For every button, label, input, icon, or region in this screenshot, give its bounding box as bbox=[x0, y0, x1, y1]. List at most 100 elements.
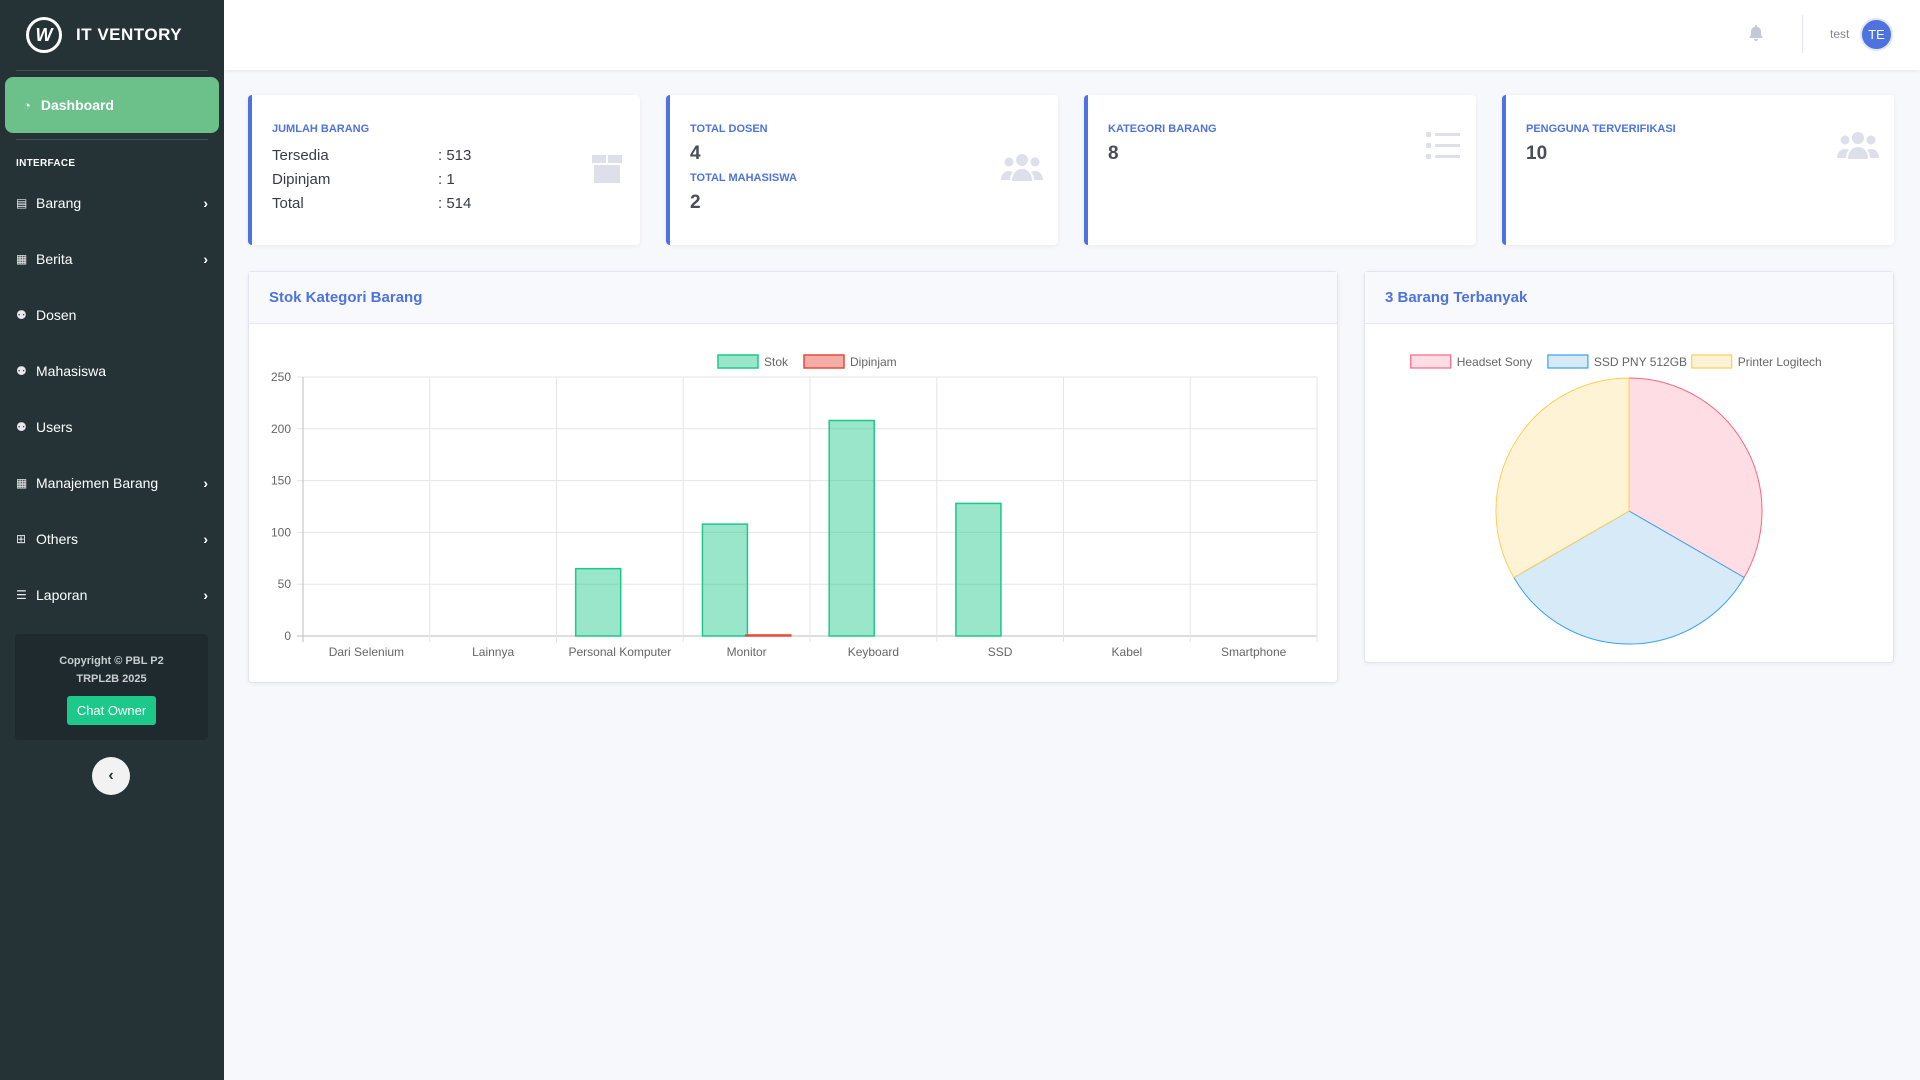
sidebar-item-manajemen-barang[interactable]: ▦ Manajemen Barang › bbox=[0, 455, 224, 511]
sitemap-icon: ⊞ bbox=[16, 532, 27, 546]
box-icon bbox=[590, 151, 624, 190]
chevron-right-icon: › bbox=[203, 251, 208, 267]
chevron-right-icon: › bbox=[203, 587, 208, 603]
sidebar-item-barang[interactable]: ▤ Barang › bbox=[0, 175, 224, 231]
stat-row-total: Total : 514 bbox=[272, 191, 471, 215]
avatar[interactable]: TE bbox=[1860, 18, 1893, 51]
y-tick-label: 100 bbox=[271, 525, 291, 539]
card-jumlah-barang: JUMLAH BARANG Tersedia : 513 Dipinjam : … bbox=[248, 95, 640, 245]
stat-label: Total bbox=[272, 194, 304, 212]
sidebar-item-label: Dashboard bbox=[40, 97, 114, 113]
x-tick-label: Keyboard bbox=[848, 645, 899, 659]
user-name[interactable]: test bbox=[1830, 27, 1849, 41]
calendar-icon: ▦ bbox=[16, 476, 28, 490]
card-title: JUMLAH BARANG bbox=[272, 123, 370, 135]
legend-label: Headset Sony bbox=[1457, 355, 1532, 369]
sidebar-item-label: Berita bbox=[36, 251, 73, 267]
y-tick-label: 200 bbox=[271, 422, 291, 436]
sidebar-item-label: Others bbox=[36, 531, 79, 547]
sidebar-item-label: Mahasiswa bbox=[36, 363, 107, 379]
card-value: 8 bbox=[1108, 143, 1119, 164]
card-title: TOTAL DOSEN bbox=[690, 123, 768, 135]
sidebar-item-label: Manajemen Barang bbox=[36, 475, 159, 491]
users-icon: ⚉ bbox=[16, 308, 27, 322]
sidebar-toggle-button[interactable]: ‹ bbox=[92, 757, 130, 795]
legend-swatch bbox=[1410, 354, 1452, 369]
sidebar: W IT VENTORY ◔ Dashboard INTERFACE ▤ Bara… bbox=[0, 0, 224, 1080]
legend-label: Dipinjam bbox=[850, 355, 897, 369]
bar-stok bbox=[955, 502, 1002, 637]
card-title: PENGGUNA TERVERIFIKASI bbox=[1526, 123, 1676, 135]
legend-label: Stok bbox=[764, 355, 789, 369]
stat-value: : 1 bbox=[438, 170, 455, 188]
x-tick-label: Personal Komputer bbox=[569, 645, 672, 659]
stat-row-tersedia: Tersedia : 513 bbox=[272, 143, 471, 167]
brand[interactable]: W IT VENTORY bbox=[0, 0, 224, 70]
archive-icon: ▤ bbox=[16, 196, 28, 210]
bar-stok bbox=[574, 567, 622, 637]
legend-swatch bbox=[803, 354, 845, 369]
bar-chart: 0 50 100 150 200 250 Dari Selenium Lainnya Perso… bbox=[271, 354, 1318, 659]
y-tick-label: 0 bbox=[284, 629, 291, 643]
legend-label: Printer Logitech bbox=[1738, 355, 1822, 369]
topbar: test TE bbox=[224, 0, 1920, 70]
copyright-box: Copyright © PBL P2 TRPL2B 2025 Chat Owne… bbox=[15, 634, 208, 740]
topbar-divider bbox=[1802, 15, 1803, 53]
x-tick-label: SSD bbox=[988, 645, 1013, 659]
barang-terbanyak-panel: 3 Barang Terbanyak Headset Sony SSD PNY 5… bbox=[1364, 271, 1894, 663]
legend-label: SSD PNY 512GB bbox=[1594, 355, 1687, 369]
card-title: KATEGORI BARANG bbox=[1108, 123, 1217, 135]
chevron-right-icon: › bbox=[203, 195, 208, 211]
y-tick-label: 50 bbox=[278, 577, 292, 591]
sidebar-item-label: Users bbox=[36, 419, 73, 435]
legend-swatch bbox=[1691, 354, 1733, 369]
bar-stok bbox=[701, 523, 749, 637]
brand-logo-icon: W bbox=[26, 17, 62, 53]
sidebar-item-dashboard[interactable]: ◔ Dashboard bbox=[5, 77, 219, 133]
card-value: 10 bbox=[1526, 143, 1548, 164]
copyright-line-2: TRPL2B 2025 bbox=[76, 673, 147, 685]
card-title-2: TOTAL MAHASISWA bbox=[690, 172, 797, 184]
users-icon bbox=[1000, 151, 1044, 188]
sidebar-item-label: Laporan bbox=[36, 587, 88, 603]
x-tick-label: Monitor bbox=[727, 645, 767, 659]
x-tick-label: Smartphone bbox=[1221, 645, 1287, 659]
sidebar-nav: ▤ Barang › ▦ Berita › ⚉ Dosen ⚉ Mahasiswa ⚉ Users ▦ M… bbox=[0, 175, 224, 623]
bar-dipinjam bbox=[745, 634, 792, 637]
stat-value: : 514 bbox=[438, 194, 472, 212]
card-dosen-mahasiswa: TOTAL DOSEN 4 TOTAL MAHASISWA 2 bbox=[666, 95, 1058, 245]
sidebar-item-label: Barang bbox=[36, 195, 82, 211]
dashboard-icon: ◔ bbox=[23, 97, 31, 113]
card-pengguna-terverifikasi: PENGGUNA TERVERIFIKASI 10 bbox=[1502, 95, 1894, 245]
chevron-right-icon: › bbox=[203, 531, 208, 547]
sidebar-item-laporan[interactable]: ☰ Laporan › bbox=[0, 567, 224, 623]
sidebar-item-others[interactable]: ⊞ Others › bbox=[0, 511, 224, 567]
x-tick-label: Dari Selenium bbox=[329, 645, 404, 659]
sidebar-item-berita[interactable]: ▦ Berita › bbox=[0, 231, 224, 287]
chat-owner-button[interactable]: Chat Owner bbox=[66, 696, 157, 725]
chevron-right-icon: › bbox=[203, 475, 208, 491]
stok-kategori-panel: Stok Kategori Barang 0 50 100 150 200 250 Dari… bbox=[248, 271, 1338, 683]
list-icon: ☰ bbox=[16, 588, 27, 602]
y-tick-label: 150 bbox=[271, 474, 291, 488]
sidebar-item-label: Dosen bbox=[36, 307, 77, 323]
pie-chart: Headset Sony SSD PNY 512GB Printer Logitec… bbox=[1410, 354, 1822, 645]
y-tick-label: 250 bbox=[271, 370, 291, 384]
users-icon: ⚉ bbox=[16, 364, 27, 378]
stat-label: Tersedia bbox=[272, 146, 329, 164]
users-icon bbox=[1836, 129, 1880, 166]
bell-icon[interactable] bbox=[1749, 25, 1763, 45]
card-value: 4 bbox=[690, 143, 701, 164]
users-icon: ⚉ bbox=[16, 420, 27, 434]
sidebar-item-dosen[interactable]: ⚉ Dosen bbox=[0, 287, 224, 343]
stat-row-dipinjam: Dipinjam : 1 bbox=[272, 167, 471, 191]
sidebar-item-users[interactable]: ⚉ Users bbox=[0, 399, 224, 455]
panel-title: Stok Kategori Barang bbox=[249, 272, 1337, 324]
card-kategori-barang: KATEGORI BARANG 8 bbox=[1084, 95, 1476, 245]
legend-swatch bbox=[717, 354, 759, 369]
sidebar-item-mahasiswa[interactable]: ⚉ Mahasiswa bbox=[0, 343, 224, 399]
brand-name: IT VENTORY bbox=[76, 25, 183, 44]
list-icon bbox=[1426, 131, 1460, 166]
card-value-2: 2 bbox=[690, 192, 701, 213]
x-tick-label: Lainnya bbox=[472, 645, 514, 659]
